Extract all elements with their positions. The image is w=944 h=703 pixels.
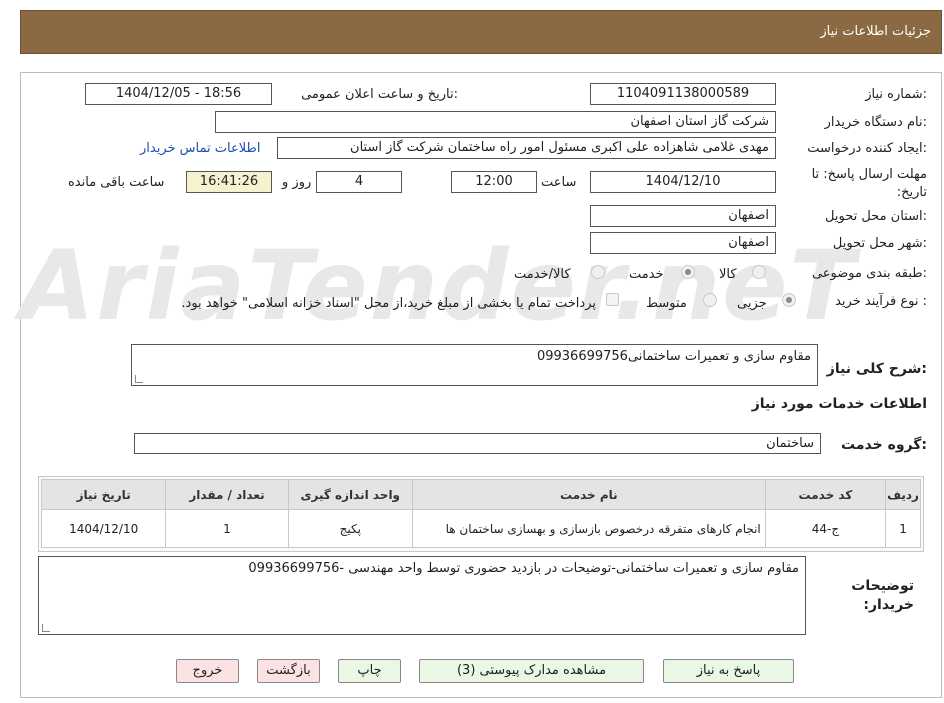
requester-label: ایجاد کننده درخواست:: [807, 141, 927, 156]
days-label: روز و: [282, 175, 312, 190]
announce-label: تاریخ و ساعت اعلان عمومی:: [301, 87, 458, 102]
city-label: شهر محل تحویل:: [832, 236, 927, 251]
service-group-field: ساختمان: [134, 433, 821, 454]
buyer-org-label: نام دستگاه خریدار:: [824, 115, 927, 130]
days-field: 4: [316, 171, 402, 193]
category-radio-both[interactable]: [591, 265, 605, 279]
need-number-label: شماره نیاز:: [865, 87, 927, 102]
col-name: نام خدمت: [411, 479, 766, 510]
deadline-time-field: 12:00: [451, 171, 537, 193]
cell-unit: پکیج: [287, 509, 413, 548]
treasury-payment-checkbox[interactable]: [606, 293, 619, 306]
time-label: ساعت: [541, 175, 577, 190]
col-code: کد خدمت: [764, 479, 887, 510]
services-heading: اطلاعات خدمات مورد نیاز: [751, 396, 927, 412]
remaining-time-field: 16:41:26: [186, 171, 272, 193]
category-option-goods: کالا: [719, 267, 737, 282]
cell-qty: 1: [165, 509, 289, 548]
resize-handle[interactable]: [42, 624, 50, 632]
cell-code: ج-44: [764, 509, 887, 548]
col-row: ردیف: [885, 479, 921, 510]
attachments-button[interactable]: مشاهده مدارک پیوستی (3): [419, 659, 644, 683]
category-radio-goods[interactable]: [752, 265, 766, 279]
notes-textarea: مقاوم سازی و تعمیرات ساختمانی-توضیحات در…: [38, 556, 806, 635]
col-date: تاریخ نیاز: [40, 479, 167, 510]
print-button[interactable]: چاپ: [338, 659, 401, 683]
deadline-label: مهلت ارسال پاسخ: تا تاریخ:: [811, 167, 927, 200]
table-header-row: ردیف کد خدمت نام خدمت واحد اندازه گیری ت…: [40, 479, 921, 510]
requester-field: مهدی غلامی شاهزاده علی اکبری مسئول امور …: [277, 137, 776, 159]
announce-field: 1404/12/05 - 18:56: [85, 83, 272, 105]
process-radio-medium[interactable]: [703, 293, 717, 307]
process-label: نوع فرآیند خرید :: [835, 294, 927, 309]
services-table-wrap: ردیف کد خدمت نام خدمت واحد اندازه گیری ت…: [38, 476, 924, 552]
exit-button[interactable]: خروج: [176, 659, 239, 683]
page-header: جزئیات اطلاعات نیاز: [20, 10, 942, 54]
category-label: طبقه بندی موضوعی:: [811, 266, 927, 281]
services-table: ردیف کد خدمت نام خدمت واحد اندازه گیری ت…: [40, 479, 921, 548]
process-option-minor: جزیی: [737, 296, 767, 311]
process-option-medium: متوسط: [646, 296, 687, 311]
need-number-field: 1104091138000589: [590, 83, 776, 105]
cell-row: 1: [885, 509, 921, 548]
back-button[interactable]: بازگشت: [257, 659, 320, 683]
summary-textarea: مقاوم سازی و تعمیرات ساختمانی09936699756: [131, 344, 818, 386]
category-option-both: کالا/خدمت: [514, 267, 571, 282]
category-radio-service[interactable]: [681, 265, 695, 279]
buyer-org-field: شرکت گاز استان اصفهان: [215, 111, 776, 133]
process-radio-minor[interactable]: [782, 293, 796, 307]
category-option-service: خدمت: [629, 267, 664, 282]
deadline-date-field: 1404/12/10: [590, 171, 776, 193]
province-label: استان محل تحویل:: [825, 209, 927, 224]
col-unit: واحد اندازه گیری: [287, 479, 413, 510]
summary-label: شرح کلی نیاز:: [826, 361, 927, 377]
contact-buyer-link[interactable]: اطلاعات تماس خریدار: [140, 141, 260, 156]
notes-label: توضیحات خریدار:: [851, 578, 914, 613]
city-field: اصفهان: [590, 232, 776, 254]
cell-name: انجام کارهای متفرقه درخصوص بازسازی و بهس…: [411, 509, 766, 548]
cell-date: 1404/12/10: [40, 509, 167, 548]
page-title: جزئیات اطلاعات نیاز: [820, 24, 931, 39]
table-row: 1 ج-44 انجام کارهای متفرقه درخصوص بازساز…: [40, 509, 921, 548]
col-qty: تعداد / مقدار: [165, 479, 289, 510]
service-group-label: گروه خدمت:: [841, 437, 927, 453]
payment-note: پرداخت تمام یا بخشی از مبلغ خرید،از محل …: [181, 296, 596, 311]
resize-handle[interactable]: [135, 375, 143, 383]
notes-text: مقاوم سازی و تعمیرات ساختمانی-توضیحات در…: [248, 561, 799, 576]
province-field: اصفهان: [590, 205, 776, 227]
summary-text: مقاوم سازی و تعمیرات ساختمانی09936699756: [536, 349, 811, 364]
remaining-label: ساعت باقی مانده: [68, 175, 165, 190]
reply-button[interactable]: پاسخ به نیاز: [663, 659, 794, 683]
